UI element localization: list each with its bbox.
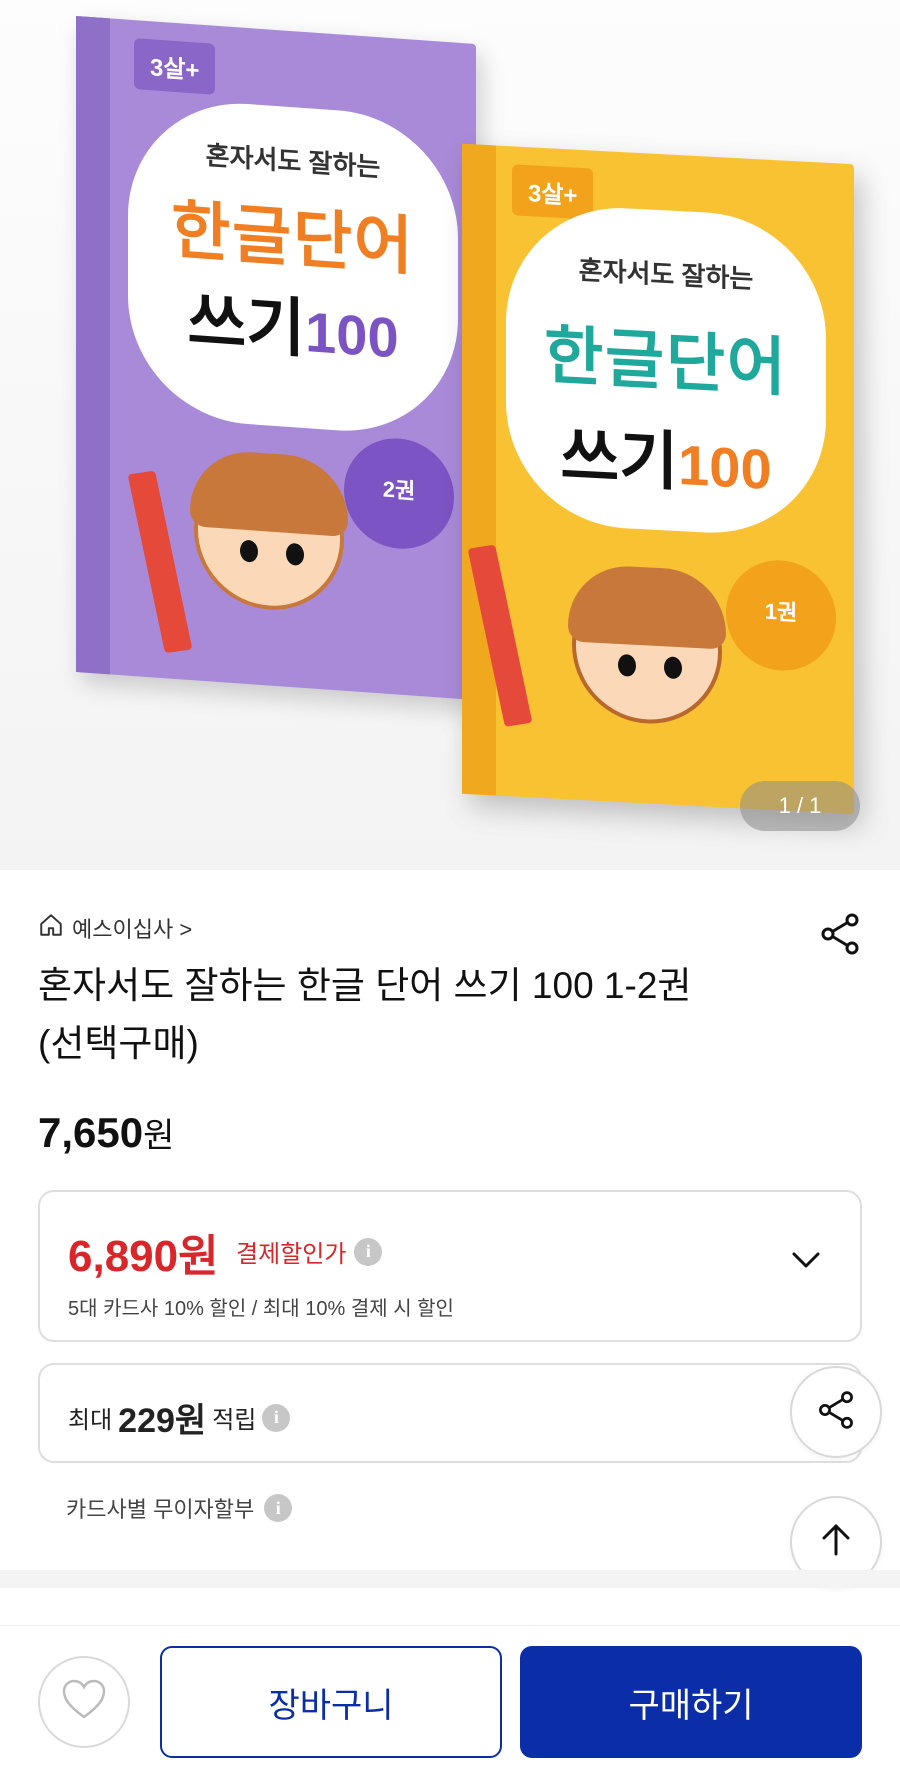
chevron-down-icon[interactable] — [788, 1242, 824, 1278]
book-tagline: 혼자서도 잘하는 — [578, 254, 754, 294]
points-suffix: 적립 — [212, 1407, 257, 1434]
bottom-action-bar: 장바구니 구매하기 — [0, 1625, 900, 1777]
book-spine — [76, 16, 110, 675]
product-title: 혼자서도 잘하는 한글 단어 쓰기 100 1-2권 (선택구매) — [38, 965, 692, 1064]
arrow-up-icon — [816, 1520, 856, 1564]
volume-badge: 1권 — [726, 557, 836, 674]
price-amount: 7,650 — [38, 1109, 144, 1156]
price-unit: 원 — [143, 1117, 175, 1155]
wishlist-button[interactable] — [38, 1656, 130, 1748]
age-badge: 3살+ — [512, 164, 594, 220]
image-counter: 1 / 1 — [740, 781, 860, 831]
product-price: 7,650원 — [38, 1108, 174, 1157]
discount-label: 결제할인가 — [236, 1241, 347, 1268]
points-prefix: 최대 — [68, 1407, 113, 1434]
eye — [618, 653, 636, 677]
points-amount: 229원 — [118, 1402, 207, 1440]
hair — [568, 563, 726, 650]
heart-icon — [61, 1679, 107, 1725]
installment-info: 카드사별 무이자할부 i — [66, 1492, 293, 1524]
eye — [664, 656, 682, 680]
share-button[interactable] — [816, 910, 864, 958]
discount-label-row: 결제할인가 i — [236, 1234, 383, 1269]
eye — [240, 539, 258, 563]
add-to-cart-button[interactable]: 장바구니 — [160, 1646, 502, 1758]
age-badge: 3살+ — [134, 38, 216, 95]
volume-badge: 2권 — [344, 434, 454, 553]
boy-illustration — [568, 563, 726, 728]
reward-points-card: 최대 229원 적립 i — [38, 1363, 862, 1463]
book-title-word: 쓰기 — [187, 284, 306, 366]
eye — [286, 542, 304, 566]
section-divider — [0, 1570, 900, 1588]
info-icon[interactable]: i — [354, 1237, 383, 1266]
buy-now-button[interactable]: 구매하기 — [520, 1646, 862, 1758]
floating-share-button[interactable] — [790, 1366, 882, 1458]
book-title-line1: 한글단어 — [544, 319, 788, 404]
book-title-number: 100 — [678, 433, 772, 501]
book-title-word: 쓰기 — [560, 419, 679, 499]
seller-name: 예스이십사 > — [72, 917, 193, 942]
pencil-illustration — [127, 470, 193, 654]
share-icon — [816, 913, 864, 962]
book-cover-volume-1: 3살+ 혼자서도 잘하는 한글단어 쓰기100 1권 — [462, 143, 854, 815]
book-title-number: 100 — [305, 300, 399, 370]
discount-description: 5대 카드사 10% 할인 / 최대 10% 결제 시 할인 — [68, 1298, 454, 1320]
seller-link[interactable]: 예스이십사 > — [38, 912, 192, 944]
product-image-gallery[interactable]: 3살+ 혼자서도 잘하는 한글단어 쓰기100 2권 3살+ 혼자서도 잘하는 … — [0, 0, 900, 870]
installment-label: 카드사별 무이자할부 — [66, 1497, 255, 1522]
girl-illustration — [190, 447, 348, 615]
book-title-line2: 쓰기100 — [506, 402, 826, 511]
share-icon — [814, 1388, 858, 1436]
info-icon[interactable]: i — [262, 1403, 291, 1432]
title-cloud: 혼자서도 잘하는 한글단어 쓰기100 — [506, 202, 826, 539]
title-cloud: 혼자서도 잘하는 한글단어 쓰기100 — [128, 95, 458, 439]
discount-price: 6,890원 — [68, 1232, 219, 1281]
book-cover-volume-2: 3살+ 혼자서도 잘하는 한글단어 쓰기100 2권 — [76, 16, 476, 700]
info-icon[interactable]: i — [264, 1494, 293, 1522]
hair — [190, 447, 348, 538]
book-spine — [462, 143, 496, 796]
payment-discount-card[interactable]: 6,890원 결제할인가 i 5대 카드사 10% 할인 / 최대 10% 결제… — [38, 1190, 862, 1342]
points-row: 최대 229원 적립 i — [68, 1393, 291, 1442]
home-icon — [38, 912, 64, 944]
